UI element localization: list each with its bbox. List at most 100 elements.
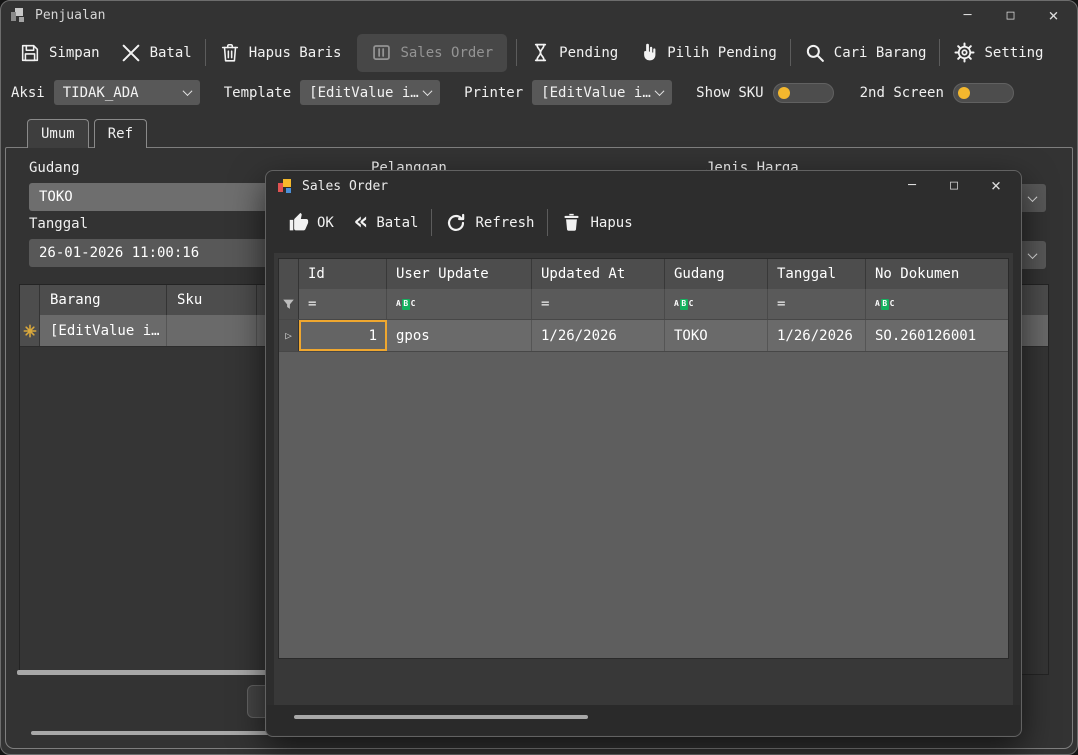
filter-cell-id[interactable]: = — [299, 289, 387, 319]
column-header-no-dokumen[interactable]: No Dokumen — [866, 259, 1008, 289]
aksi-select[interactable]: TIDAK_ADA — [54, 80, 200, 105]
dialog-hapus-button[interactable]: Hapus — [551, 204, 642, 242]
setting-label: Setting — [984, 45, 1043, 61]
header-indicator-cell — [20, 285, 40, 315]
cell-tanggal[interactable]: 1/26/2026 — [768, 320, 866, 351]
tab-ref[interactable]: Ref — [94, 119, 147, 148]
column-header-gudang[interactable]: Gudang — [665, 259, 768, 289]
chevron-down-icon — [655, 86, 665, 96]
show-sku-label: Show SKU — [696, 85, 763, 101]
grid-filter-row: = ABC = ABC = ABC — [279, 289, 1008, 320]
template-value: [EditValue i… — [309, 85, 419, 101]
chevron-down-icon — [423, 86, 433, 96]
search-icon — [804, 42, 826, 64]
column-header-barang[interactable]: Barang — [40, 285, 167, 315]
minimize-icon: ─ — [908, 178, 916, 193]
hapus-baris-label: Hapus Baris — [249, 45, 342, 61]
toolbar-separator — [547, 209, 548, 236]
hand-pointer-icon — [638, 42, 659, 63]
cell-id[interactable]: 1 — [299, 320, 387, 351]
dialog-maximize-button[interactable]: □ — [933, 171, 975, 200]
aksi-label: Aksi — [11, 85, 45, 101]
filter-cell-tanggal[interactable]: = — [768, 289, 866, 319]
hourglass-icon — [530, 42, 551, 63]
filter-cell-no-dokumen[interactable]: ABC — [866, 289, 1008, 319]
abc-filter-icon: ABC — [674, 299, 693, 310]
column-header-id[interactable]: Id — [299, 259, 387, 289]
dialog-batal-button[interactable]: « Batal — [344, 204, 429, 242]
setting-button[interactable]: Setting — [943, 34, 1053, 72]
maximize-icon: □ — [950, 178, 958, 193]
maximize-button[interactable]: □ — [989, 1, 1032, 30]
template-select[interactable]: [EditValue i… — [300, 80, 440, 105]
maximize-icon: □ — [1007, 8, 1015, 23]
gudang-label: Gudang — [29, 160, 80, 176]
printer-value: [EditValue i… — [541, 85, 651, 101]
save-icon — [19, 42, 41, 64]
pilih-pending-button[interactable]: Pilih Pending — [628, 34, 787, 72]
second-screen-toggle[interactable] — [953, 83, 1014, 103]
dialog-batal-label: Batal — [376, 215, 418, 231]
grid-header-row: Id User Update Updated At Gudang Tanggal… — [279, 259, 1008, 289]
dialog-window-controls: ─ □ × — [891, 171, 1017, 200]
minimize-button[interactable]: ─ — [946, 1, 989, 30]
cell-user-update[interactable]: gpos — [387, 320, 532, 351]
cell-updated-at[interactable]: 1/26/2026 — [532, 320, 665, 351]
row-expand-icon: ▷ — [285, 329, 292, 342]
toggle-thumb — [778, 87, 790, 99]
window-title: Penjualan — [35, 8, 105, 23]
ok-label: OK — [317, 215, 334, 231]
column-header-user-update[interactable]: User Update — [387, 259, 532, 289]
dialog-hscrollbar[interactable] — [294, 715, 588, 719]
main-titlebar: Penjualan ─ □ × — [1, 1, 1077, 29]
hapus-baris-button[interactable]: Hapus Baris — [209, 34, 352, 72]
toolbar-separator — [516, 39, 517, 66]
tab-ref-label: Ref — [108, 126, 133, 142]
dialog-toolbar: OK « Batal Refresh Hapus — [266, 201, 1021, 244]
chevron-down-icon — [182, 86, 192, 96]
window-columns-icon — [371, 42, 392, 63]
show-sku-toggle[interactable] — [773, 83, 834, 103]
cari-barang-button[interactable]: Cari Barang — [794, 34, 937, 72]
filter-cell-user-update[interactable]: ABC — [387, 289, 532, 319]
cari-barang-label: Cari Barang — [834, 45, 927, 61]
second-screen-label: 2nd Screen — [860, 85, 944, 101]
cell-no-dokumen[interactable]: SO.260126001 — [866, 320, 1008, 351]
tab-umum[interactable]: Umum — [27, 119, 89, 148]
dialog-close-button[interactable]: × — [975, 171, 1017, 200]
main-toolbar: Simpan Batal Hapus Baris Sales Order — [1, 29, 1077, 76]
back-chevrons-icon: « — [354, 212, 368, 230]
column-header-tanggal[interactable]: Tanggal — [768, 259, 866, 289]
ok-button[interactable]: OK — [278, 204, 344, 242]
refresh-button[interactable]: Refresh — [435, 204, 544, 242]
cell-sku[interactable] — [167, 315, 257, 346]
filter-funnel-icon — [282, 298, 295, 311]
row-indicator-cell: ▷ — [279, 320, 299, 351]
pending-label: Pending — [559, 45, 618, 61]
sales-order-button[interactable]: Sales Order — [357, 34, 507, 72]
cell-gudang[interactable]: TOKO — [665, 320, 768, 351]
thumbs-up-icon — [288, 212, 309, 233]
pending-button[interactable]: Pending — [520, 34, 628, 72]
sales-order-grid: Id User Update Updated At Gudang Tanggal… — [278, 258, 1009, 659]
dialog-minimize-button[interactable]: ─ — [891, 171, 933, 200]
close-button[interactable]: × — [1032, 1, 1075, 30]
table-row[interactable]: ▷ 1 gpos 1/26/2026 TOKO 1/26/2026 SO.260… — [279, 320, 1008, 352]
toolbar-separator — [790, 39, 791, 66]
sales-order-dialog: Sales Order ─ □ × OK « Batal Refresh — [265, 170, 1022, 737]
toolbar-separator — [939, 39, 940, 66]
gear-icon — [953, 41, 976, 64]
batal-button[interactable]: Batal — [110, 34, 202, 72]
chevron-down-icon — [1028, 249, 1038, 259]
trash-filled-icon — [561, 212, 582, 233]
column-header-sku[interactable]: Sku — [167, 285, 257, 315]
toolbar-separator — [431, 209, 432, 236]
filter-cell-updated-at[interactable]: = — [532, 289, 665, 319]
header-indicator-cell — [279, 259, 299, 289]
column-header-updated-at[interactable]: Updated At — [532, 259, 665, 289]
filter-cell-gudang[interactable]: ABC — [665, 289, 768, 319]
dialog-title: Sales Order — [302, 179, 388, 194]
simpan-button[interactable]: Simpan — [9, 34, 110, 72]
printer-select[interactable]: [EditValue i… — [532, 80, 672, 105]
cell-barang[interactable]: [EditValue i… — [40, 315, 167, 346]
